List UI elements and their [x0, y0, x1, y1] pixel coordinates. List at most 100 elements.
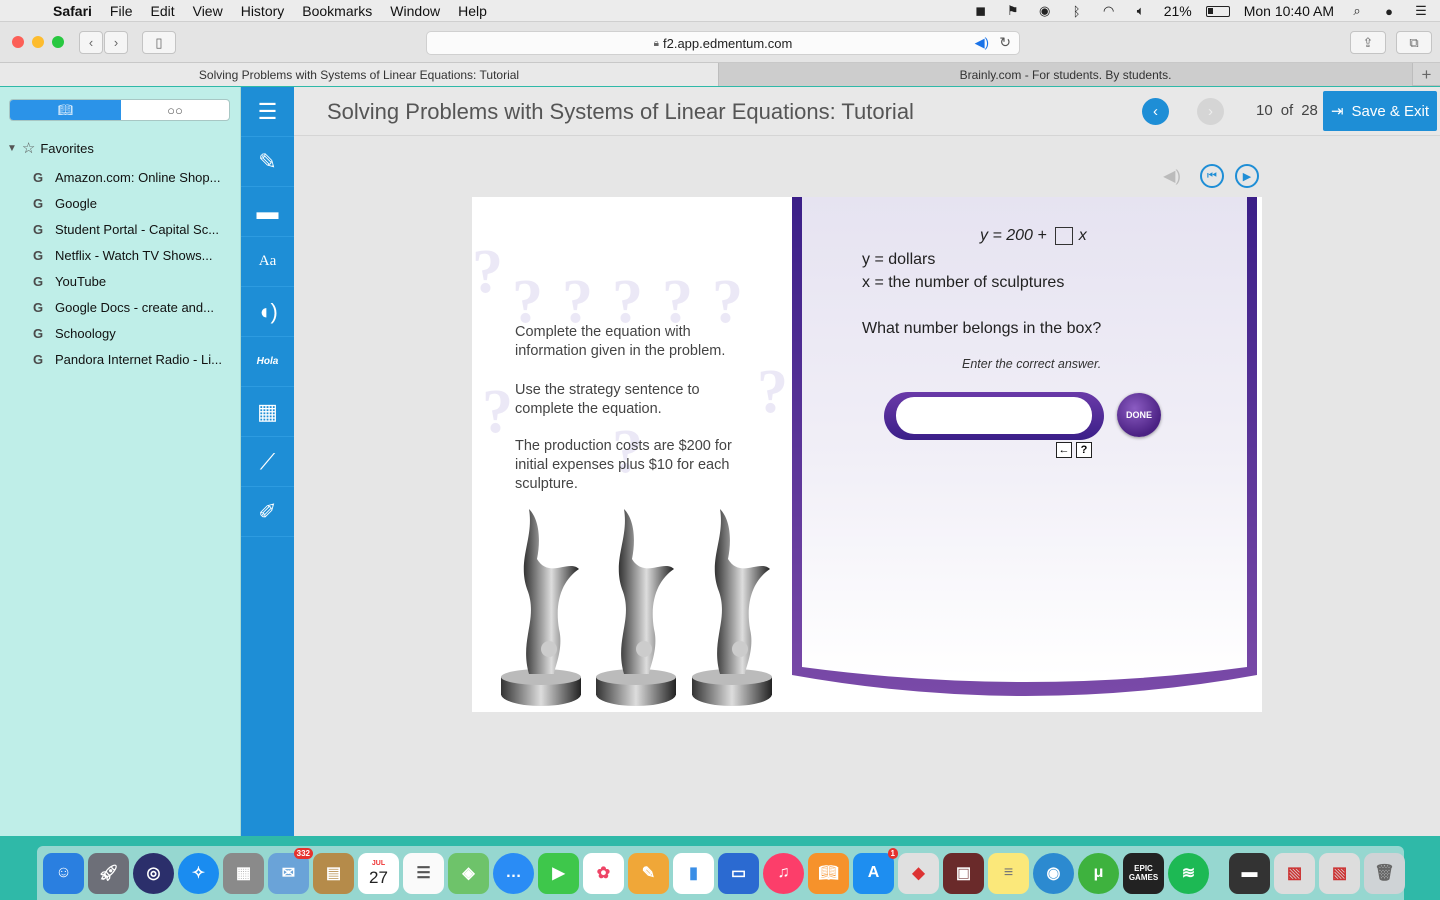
notification-center-icon[interactable]: ☰: [1412, 3, 1430, 18]
favorite-item[interactable]: G Google: [33, 190, 233, 216]
favorite-item[interactable]: G Student Portal - Capital Sc...: [33, 216, 233, 242]
favorite-item[interactable]: G YouTube: [33, 268, 233, 294]
tab-edmentum[interactable]: Solving Problems with Systems of Linear …: [0, 63, 719, 86]
siri-icon[interactable]: ◎: [133, 852, 174, 894]
calculator-icon[interactable]: ▦: [241, 387, 294, 437]
battery-icon[interactable]: [1205, 5, 1230, 17]
menu-icon[interactable]: ☰: [241, 87, 294, 137]
favorite-item[interactable]: G Pandora Internet Radio - Li...: [33, 346, 233, 372]
books-icon[interactable]: 📖︎: [808, 852, 849, 894]
numbers-icon[interactable]: ▮: [673, 852, 714, 894]
disclosure-triangle-icon[interactable]: ▼: [7, 143, 17, 154]
photo-booth-icon[interactable]: ▣: [943, 852, 984, 894]
safari-icon[interactable]: ✧: [178, 852, 219, 894]
new-tab-button[interactable]: +: [1413, 63, 1440, 86]
reminders-icon[interactable]: ☰: [403, 852, 444, 894]
folder-icon[interactable]: ▬: [241, 187, 294, 237]
tab-audio-icon[interactable]: ◀): [975, 35, 989, 51]
menu-bookmarks[interactable]: Bookmarks: [293, 3, 381, 19]
next-page-button[interactable]: ›: [1197, 98, 1224, 125]
favorite-item[interactable]: G Google Docs - create and...: [33, 294, 233, 320]
restart-button[interactable]: ⏮︎: [1200, 164, 1224, 188]
utorrent-status-icon[interactable]: ⚑: [1004, 3, 1022, 18]
itunes-icon[interactable]: ♫: [763, 852, 804, 894]
downloads-stack-icon[interactable]: ▬: [1229, 852, 1270, 894]
contacts-icon[interactable]: ▤: [313, 852, 354, 894]
spanish-icon[interactable]: Hola: [241, 337, 294, 387]
graph-icon[interactable]: ⟋: [241, 437, 294, 487]
favorites-header[interactable]: ▼ ☆ Favorites: [7, 139, 94, 157]
forward-button[interactable]: ›: [104, 31, 128, 54]
back-button[interactable]: ‹: [79, 31, 103, 54]
calendar-icon[interactable]: JUL 27: [358, 852, 399, 894]
trash-icon[interactable]: 🗑︎: [1364, 852, 1405, 894]
menu-edit[interactable]: Edit: [141, 3, 183, 19]
reload-icon[interactable]: ↻: [999, 34, 1011, 51]
google-favicon-icon: G: [33, 351, 44, 367]
google-favicon-icon: G: [33, 247, 44, 263]
previous-page-button[interactable]: ‹: [1142, 98, 1169, 125]
menu-window[interactable]: Window: [381, 3, 449, 19]
google-favicon-icon: G: [33, 169, 44, 185]
dictionary-icon[interactable]: Aa: [241, 237, 294, 287]
sidebar-toggle-button[interactable]: ▯: [142, 31, 176, 54]
minimize-window-button[interactable]: [32, 36, 44, 48]
menu-history[interactable]: History: [232, 3, 294, 19]
audio-muted-icon[interactable]: ◀): [1160, 164, 1184, 188]
spotify-icon[interactable]: ≋: [1168, 852, 1209, 894]
siri-icon[interactable]: ●: [1380, 4, 1398, 19]
vpn-icon[interactable]: ◉: [1036, 3, 1054, 18]
volume-icon[interactable]: 🔈︎: [1132, 3, 1150, 18]
roblox-icon[interactable]: ◆: [898, 852, 939, 894]
wifi-icon[interactable]: ◠: [1100, 3, 1118, 18]
favorite-item[interactable]: G Schoology: [33, 320, 233, 346]
favorites-label: Favorites: [40, 140, 94, 156]
calculator-app-icon[interactable]: ▦: [223, 852, 264, 894]
share-button[interactable]: ⇪: [1350, 31, 1386, 54]
facetime-icon[interactable]: ▶: [538, 852, 579, 894]
keynote-icon[interactable]: ▭: [718, 852, 759, 894]
google-favicon-icon: G: [33, 221, 44, 237]
camera-icon[interactable]: ◼: [972, 3, 990, 18]
highlighter-icon[interactable]: ✐: [241, 487, 294, 537]
menu-app-name[interactable]: Safari: [44, 3, 101, 19]
favorite-item[interactable]: G Netflix - Watch TV Shows...: [33, 242, 233, 268]
backspace-icon[interactable]: ←: [1056, 442, 1072, 458]
speech-icon[interactable]: ◖): [241, 287, 294, 337]
menu-file[interactable]: File: [101, 3, 142, 19]
bookmarks-tab-icon[interactable]: 📖︎: [10, 100, 121, 120]
answer-input[interactable]: [896, 397, 1092, 434]
messages-icon[interactable]: …: [493, 852, 534, 894]
done-button[interactable]: DONE: [1117, 393, 1161, 437]
notes-icon[interactable]: ✎: [241, 137, 294, 187]
photos-icon[interactable]: ✿: [583, 852, 624, 894]
screenshot-app-icon[interactable]: ◉: [1033, 852, 1074, 894]
address-bar[interactable]: 🔒︎ f2.app.edmentum.com ◀) ↻: [426, 31, 1020, 55]
reading-list-tab-icon[interactable]: ○○: [121, 100, 229, 120]
pages-icon[interactable]: ✎: [628, 852, 669, 894]
menu-help[interactable]: Help: [449, 3, 496, 19]
recent-document-icon[interactable]: ▧: [1274, 852, 1315, 894]
mail-icon[interactable]: ✉ 332: [268, 847, 313, 894]
maps-icon[interactable]: ◈: [448, 852, 489, 894]
tab-brainly[interactable]: Brainly.com - For students. By students.: [719, 63, 1413, 86]
recent-document-icon[interactable]: ▧: [1319, 852, 1360, 894]
menu-view[interactable]: View: [184, 3, 232, 19]
epic-games-icon[interactable]: EPIC GAMES: [1123, 852, 1164, 894]
save-exit-button[interactable]: ⇥ Save & Exit: [1323, 91, 1437, 131]
utorrent-icon[interactable]: μ: [1078, 852, 1119, 894]
launchpad-icon[interactable]: 🚀︎: [88, 852, 129, 894]
play-button[interactable]: ▶: [1235, 164, 1259, 188]
favorite-item[interactable]: G Amazon.com: Online Shop...: [33, 164, 233, 190]
notes-app-icon[interactable]: ≡: [988, 852, 1029, 894]
bluetooth-icon[interactable]: ᛒ: [1068, 4, 1086, 19]
spotlight-search-icon[interactable]: ⌕: [1348, 3, 1366, 18]
help-icon[interactable]: ?: [1076, 442, 1092, 458]
show-tabs-button[interactable]: ⧉: [1396, 31, 1432, 54]
zoom-window-button[interactable]: [52, 36, 64, 48]
app-store-icon[interactable]: A1: [853, 847, 898, 894]
instruction-text-2: Use the strategy sentence to complete th…: [515, 382, 700, 417]
finder-icon[interactable]: ☺: [43, 852, 84, 894]
clock[interactable]: Mon 10:40 AM: [1244, 3, 1334, 19]
close-window-button[interactable]: [12, 36, 24, 48]
